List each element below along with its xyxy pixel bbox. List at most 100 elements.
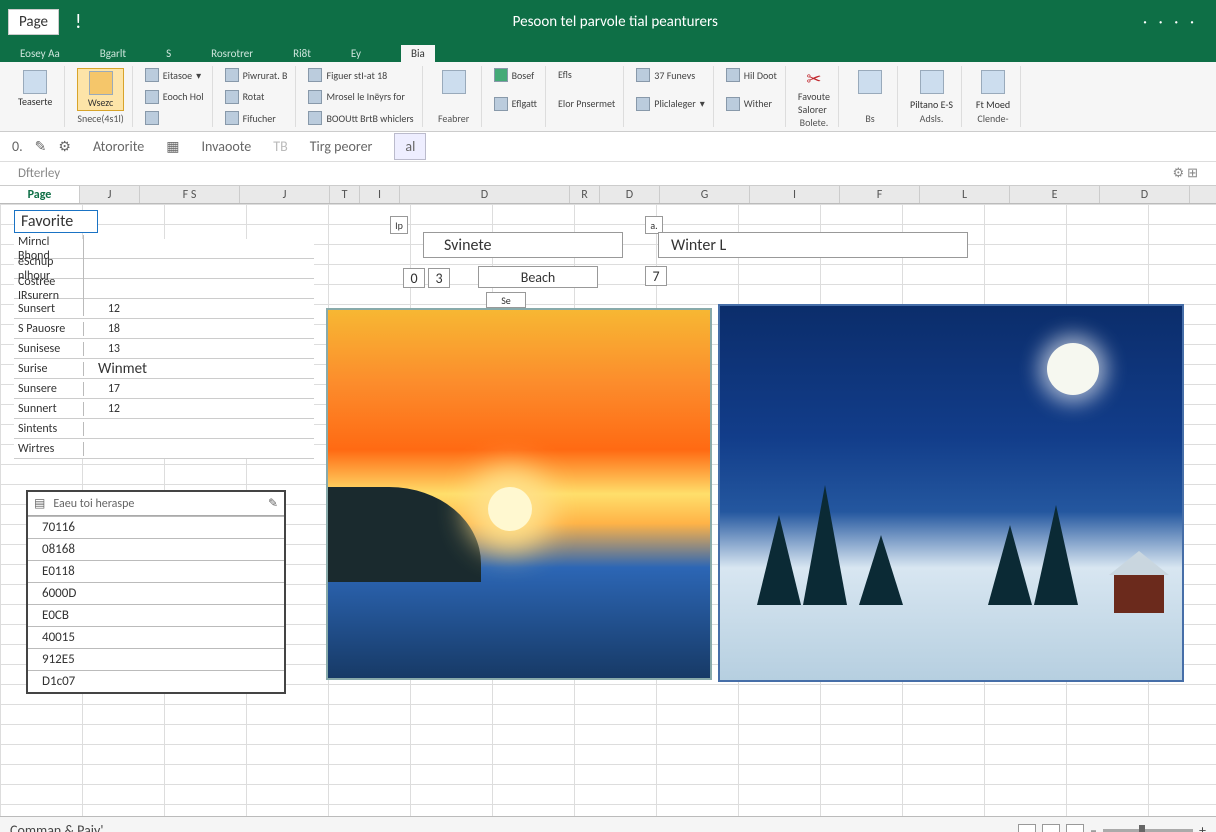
num-row[interactable]: 70116 [28,516,284,538]
square-icon [145,111,159,125]
num-row[interactable]: E0118 [28,560,284,582]
colhdr[interactable]: I [360,186,400,203]
colhdr[interactable]: E [1010,186,1100,203]
ribbon-salorer[interactable]: Salorer [798,103,827,116]
winter-input[interactable]: Winter L [658,232,968,258]
subtab-tirg[interactable]: Tirg peorer [300,134,383,159]
zoom-controls[interactable]: – + [1018,822,1206,832]
ribbon-rotat[interactable]: Rotat [243,90,265,103]
small-se-cell[interactable]: Se [486,292,526,308]
colhdr[interactable]: J [240,186,330,203]
spreadsheet-grid[interactable]: Favorite Mirncl BhondeSchup nlhourCostre… [0,204,1216,832]
ribbon-ftmoed-button[interactable] [974,68,1012,96]
num-row[interactable]: D1c07 [28,670,284,692]
list-row[interactable]: Costree IRsurern [14,279,314,299]
ribbon-figuer[interactable]: Figuer stI-at 18 [326,69,387,82]
sunset-image[interactable] [326,308,712,680]
small-3-cell[interactable]: 3 [428,268,450,288]
ribbon-hildoot[interactable]: Hil Doot [744,69,777,82]
title-bar: Page ! Pesoon tel parvole tial peanturer… [0,0,1216,44]
view-break-icon[interactable] [1066,824,1084,832]
ribbon-mrosel[interactable]: Mrosel le Inëyrs for [326,90,404,103]
list-row[interactable]: S Pauosre18 [14,319,314,339]
tab-rosrotrer[interactable]: Rosrotrer [211,47,253,60]
colhdr[interactable]: F [840,186,920,203]
view-normal-icon[interactable] [1018,824,1036,832]
ribbon-wsezc-button[interactable]: Wsezc [77,68,123,111]
colhdr[interactable]: J [80,186,140,203]
winmet-label: Winmet [96,360,149,378]
square-icon [145,90,159,104]
tab-bia-active[interactable]: Bia [401,45,435,62]
zoom-minus-icon[interactable]: – [1090,822,1097,832]
num-row[interactable]: E0CB [28,604,284,626]
ribbon-piltano-button[interactable] [910,68,953,96]
a2-favorite-cell[interactable]: Favorite [14,210,98,233]
ribbon-piwrurat[interactable]: Piwrurat. B [243,69,288,82]
watercolor-icon [89,71,113,95]
ribbon-boout[interactable]: BOOUtt BrtB whiclers [326,112,413,125]
tab-s[interactable]: S [166,47,171,60]
ribbon-eitasoe[interactable]: Eitasoe [163,69,192,82]
window-controls-icon[interactable]: · · · · [1143,13,1208,32]
ribbon-bs-button[interactable] [851,68,889,96]
tab-ey[interactable]: Ey [351,47,361,60]
winter-image[interactable] [718,304,1184,682]
tab-rist[interactable]: Ri8t [293,47,311,60]
subtab-invaoote[interactable]: Invaoote [192,134,262,159]
ribbon-pliclaleger[interactable]: Pliclaleger [654,97,695,110]
ribbon-group-snece: Snece(4s1l) [77,112,123,125]
beach-input[interactable]: Beach [478,266,598,288]
ribbon-fifucher[interactable]: Fifucher [243,112,276,125]
ribbon-wither[interactable]: Wither [744,97,772,110]
ribbon-teaserte-button[interactable]: Teaserte [14,68,56,109]
num-row[interactable]: 912E5 [28,648,284,670]
colhdr[interactable]: L [920,186,1010,203]
ribbon-funevs[interactable]: 37 Funevs [654,69,695,82]
ribbon-efls[interactable]: Efls [558,68,572,81]
sub-toolbar: 0. ✎⚙ Atororite ▦ Invaoote TB Tirg peore… [0,132,1216,162]
num-row[interactable]: 08168 [28,538,284,560]
colhdr[interactable]: T [330,186,360,203]
list-row[interactable]: Surise23 [14,359,314,379]
ribbon-eflgatt[interactable]: Eflgatt [512,97,537,110]
ribbon-feabrer-button[interactable] [435,68,473,96]
subtab-al[interactable]: al [394,133,426,160]
scissors-icon[interactable]: ✂ [798,68,830,90]
ribbon-eooch[interactable]: Eooch Hol [163,90,204,103]
tab-bgarlt[interactable]: Bgarlt [100,47,126,60]
svinete-input[interactable]: Svinete [423,232,623,258]
colhdr[interactable]: D [1100,186,1190,203]
small-7-cell[interactable]: 7 [645,266,667,286]
ribbon-elor[interactable]: Elor Pnsermet [558,97,615,110]
small-0-cell[interactable]: 0 [403,268,425,288]
grid-icon [308,90,322,104]
colhdr[interactable]: G [660,186,750,203]
list-row[interactable]: Sunsert12 [14,299,314,319]
page-menu-button[interactable]: Page [8,9,59,35]
num-row[interactable]: 6000D [28,582,284,604]
cell-ref: 0. [12,138,23,155]
list-row[interactable]: Sintents [14,419,314,439]
ribbon-bosef[interactable]: Bosef [512,69,535,82]
colhdr-page[interactable]: Page [0,186,80,203]
colhdr[interactable]: I [750,186,840,203]
small-ip-cell[interactable]: Ip [390,216,408,234]
square-icon [636,97,650,111]
list-row[interactable]: Wirtres [14,439,314,459]
num-list-panel: ▤Eaeu toi heraspe✎ 7011608168E01186000DE… [26,490,286,694]
num-row[interactable]: 40015 [28,626,284,648]
colhdr[interactable]: D [600,186,660,203]
colhdr[interactable]: D [400,186,570,203]
tab-eosey[interactable]: Eosey Aa [20,47,60,60]
zoom-plus-icon[interactable]: + [1199,822,1206,832]
colhdr[interactable]: R [570,186,600,203]
list-row[interactable]: Sunisese13 [14,339,314,359]
qat-exclam-icon: ! [69,10,88,34]
colhdr[interactable]: F S [140,186,240,203]
view-layout-icon[interactable] [1042,824,1060,832]
subtab-atororite[interactable]: Atororite [83,134,154,159]
ribbon-favoute[interactable]: Favoute [798,90,830,103]
list-row[interactable]: Sunsere17 [14,379,314,399]
list-row[interactable]: Sunnert12 [14,399,314,419]
